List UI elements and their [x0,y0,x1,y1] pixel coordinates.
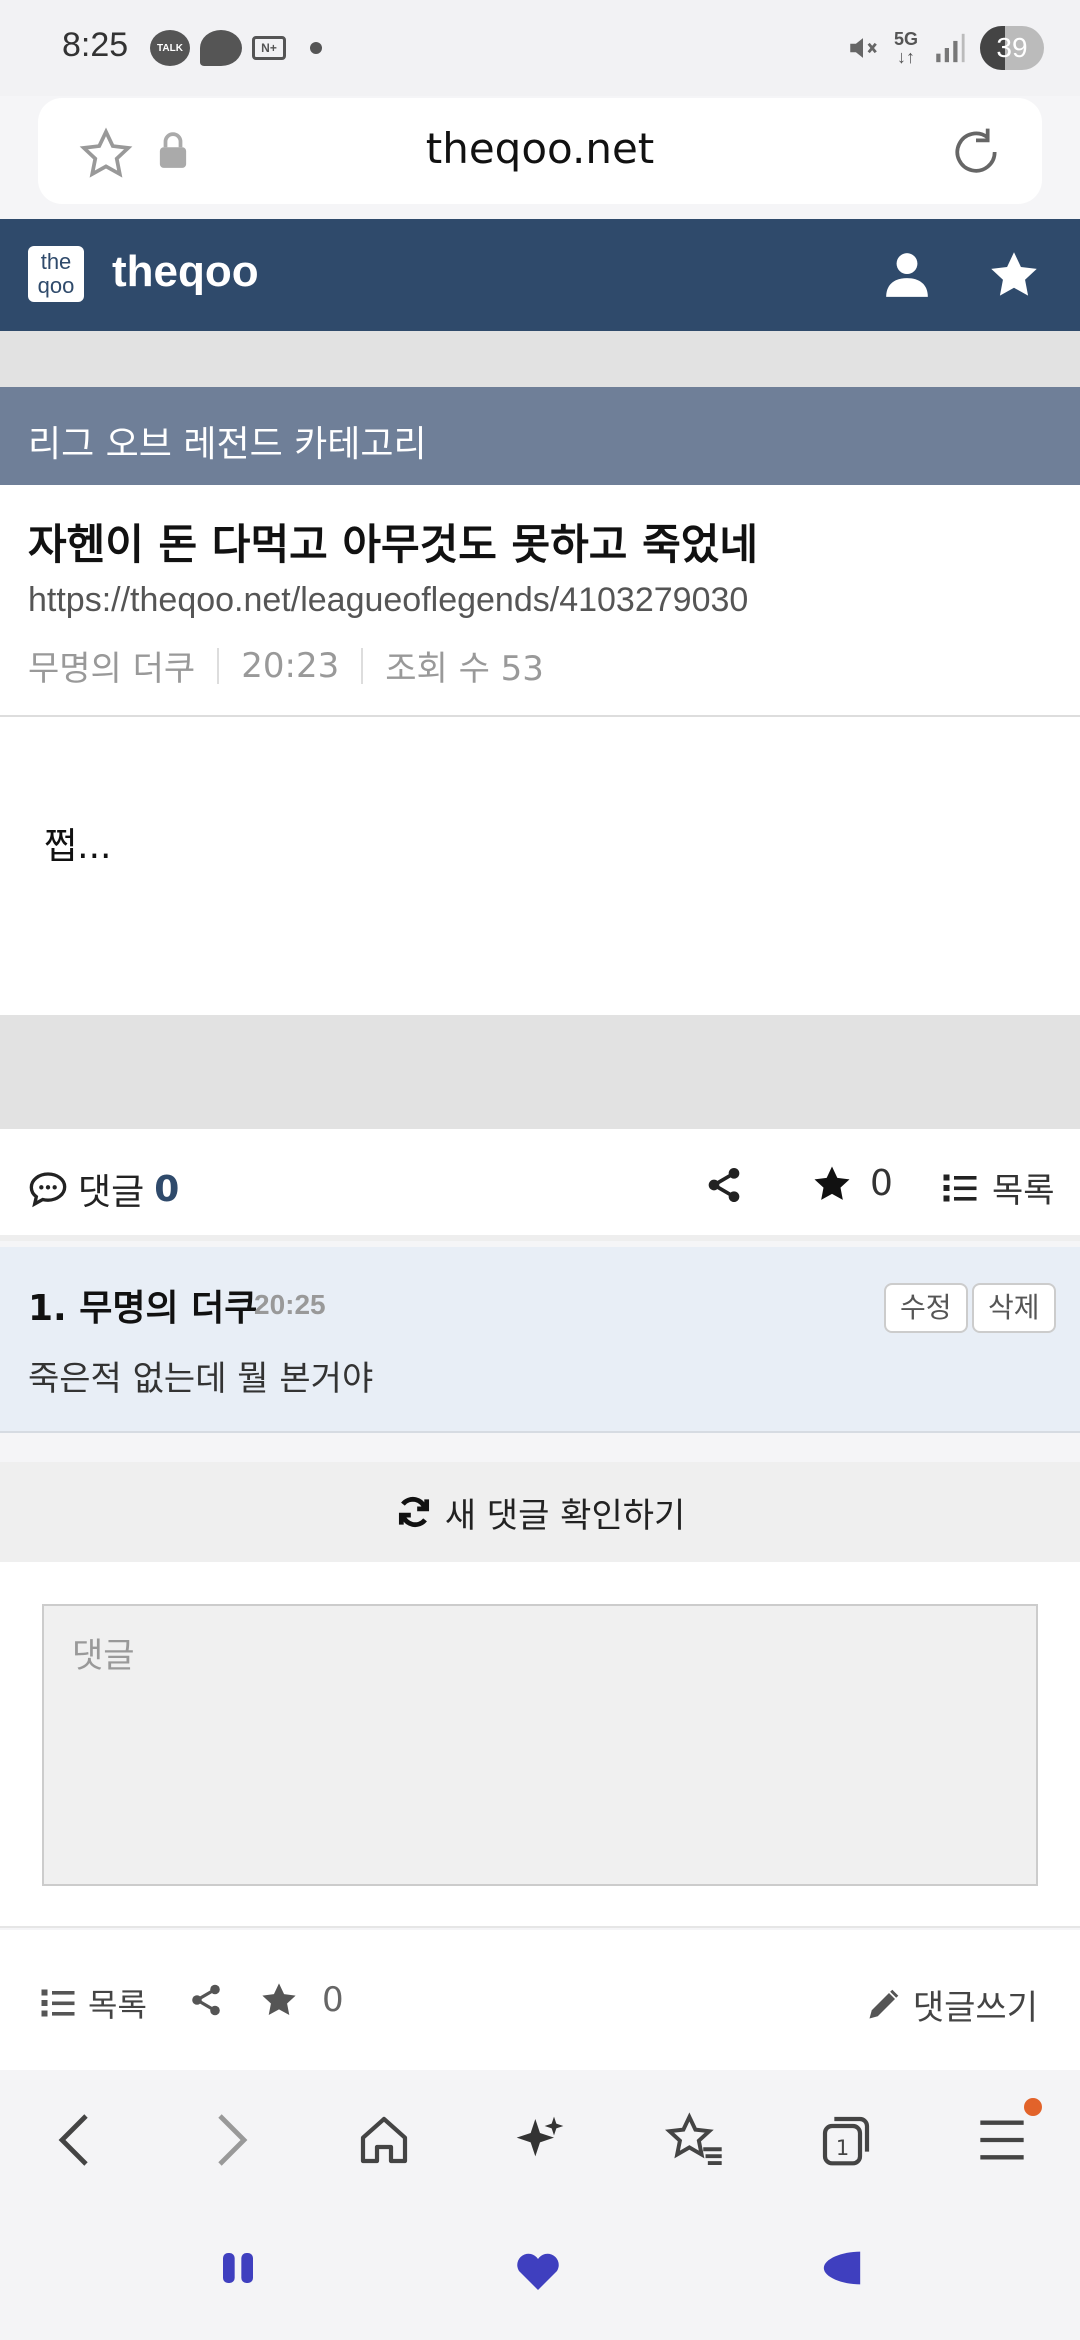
bottom-share-icon[interactable] [188,1982,224,2018]
notification-icons: TALK N+ [150,30,322,66]
comments-label: 댓글 [78,1172,145,1213]
list-label: 목록 [992,1171,1055,1211]
assistant-button[interactable] [508,2108,572,2172]
back-arrow-icon [58,2114,88,2166]
content-spacer [0,1015,1080,1129]
address-bar[interactable]: theqoo.net [38,98,1042,204]
network-label: 5G [893,29,918,49]
tabs-count: 1 [836,2136,849,2160]
pencil-icon [869,1989,899,2018]
header-spacer [0,331,1080,387]
bottom-list-label: 목록 [88,1986,147,2024]
url-text[interactable]: theqoo.net [38,124,1042,173]
browser-toolbar: 1 [0,2070,1080,2210]
home-icon [360,2116,408,2164]
kakaotalk-icon: TALK [150,30,190,66]
more-notifications-icon [310,42,322,54]
post-content: 쩝... [44,826,112,867]
category-banner[interactable]: 리그 오브 레전드 카테고리 [0,387,1080,485]
recents-icon[interactable] [218,2248,258,2288]
bottom-star-button[interactable]: 0 [260,1980,344,2020]
tabs-icon: 1 [822,2116,870,2166]
hamburger-menu-icon [980,2120,1024,2160]
forward-button[interactable] [200,2108,264,2172]
back-gesture-icon[interactable] [820,2248,864,2288]
bottom-star-count: 0 [322,1980,344,2020]
refresh-comments-button[interactable]: 새 댓글 확인하기 [0,1462,1080,1562]
bookmark-list-icon [665,2112,722,2166]
reload-icon[interactable] [948,124,1004,180]
refresh-label: 새 댓글 확인하기 [444,1495,686,1536]
bottom-action-bar: 목록 0 댓글쓰기 [0,1930,1080,2070]
logo-text-bottom: qoo [37,273,75,298]
battery-level: 39 [996,32,1028,63]
logo-text-top: the [40,249,72,274]
comment-delete-button[interactable]: 삭제 [972,1283,1056,1333]
favorites-star-icon[interactable] [988,249,1040,301]
star-button[interactable]: 0 [812,1163,893,1204]
post-url[interactable]: https://theqoo.net/leagueoflegends/41032… [28,581,748,620]
forward-arrow-icon [218,2114,248,2166]
comment-bubble-icon [29,1172,67,1208]
meta-divider [217,647,220,684]
notification-dot [1024,2098,1042,2116]
write-comment-button[interactable]: 댓글쓰기 [865,1980,1038,2029]
list-icon [943,1174,977,1201]
comment-input[interactable] [42,1604,1038,1886]
comment-text: 죽은적 없는데 뭘 본거야 [28,1359,374,1399]
sparkle-icon [516,2116,564,2157]
post-title: 자헨이 돈 다먹고 아무것도 못하고 죽었네 [28,520,758,569]
category-title[interactable]: 리그 오브 레전드 카테고리 [28,415,427,467]
comment-form [0,1562,1080,1928]
signal-icon [936,33,965,63]
mute-icon [850,38,877,58]
system-nav-bar [0,2210,1080,2340]
share-icon[interactable] [704,1165,744,1205]
battery-icon: 39 [980,26,1044,70]
menu-button[interactable] [970,2098,1042,2172]
status-bar: 8:25 TALK N+ 5G ↓↑ 39 [0,0,1080,96]
comment-author: 1. 무명의 더쿠 [28,1288,258,1329]
bottom-list-button[interactable]: 목록 [40,1980,147,2026]
comments-toggle[interactable]: 댓글 0 [28,1163,179,1215]
nplus-icon: N+ [252,36,286,60]
post-views: 조회 수 53 [385,649,544,689]
meta-divider [361,647,364,684]
post-author: 무명의 더쿠 [28,649,196,689]
network-5g-icon: 5G ↓↑ [893,29,918,67]
comment-item: 1. 무명의 더쿠 20:25 수정 삭제 죽은적 없는데 뭘 본거야 [0,1247,1080,1433]
tabs-button[interactable]: 1 [814,2108,878,2172]
back-button[interactable] [42,2108,106,2172]
star-icon [262,1983,296,2016]
write-comment-label: 댓글쓰기 [912,1988,1038,2028]
home-heart-icon[interactable] [514,2248,562,2292]
refresh-icon [398,1496,429,1528]
post-header: 자헨이 돈 다먹고 아무것도 못하고 죽었네 https://theqoo.ne… [0,485,1080,717]
chat-icon [200,30,242,66]
home-button[interactable] [352,2108,416,2172]
post-time: 20:23 [241,645,340,686]
site-name[interactable]: theqoo [112,247,259,297]
user-icon[interactable] [882,249,932,299]
bookmarks-button[interactable] [662,2108,726,2172]
list-icon [41,1989,75,2017]
site-header: the qoo theqoo [0,219,1080,331]
post-action-bar: 댓글 0 0 목록 [0,1129,1080,1241]
site-logo[interactable]: the qoo [28,246,84,302]
list-button[interactable]: 목록 [942,1163,1055,1212]
system-icons: 5G ↓↑ 39 [846,26,1044,70]
post-meta: 무명의 더쿠 20:23 조회 수 53 [28,641,544,690]
status-time: 8:25 [62,26,129,64]
post-body: 쩝... [0,717,1080,1015]
star-count: 0 [870,1163,893,1204]
comments-count: 0 [154,1168,180,1210]
comment-edit-button[interactable]: 수정 [884,1283,968,1333]
star-icon [814,1166,850,1200]
comment-time: 20:25 [254,1289,326,1320]
